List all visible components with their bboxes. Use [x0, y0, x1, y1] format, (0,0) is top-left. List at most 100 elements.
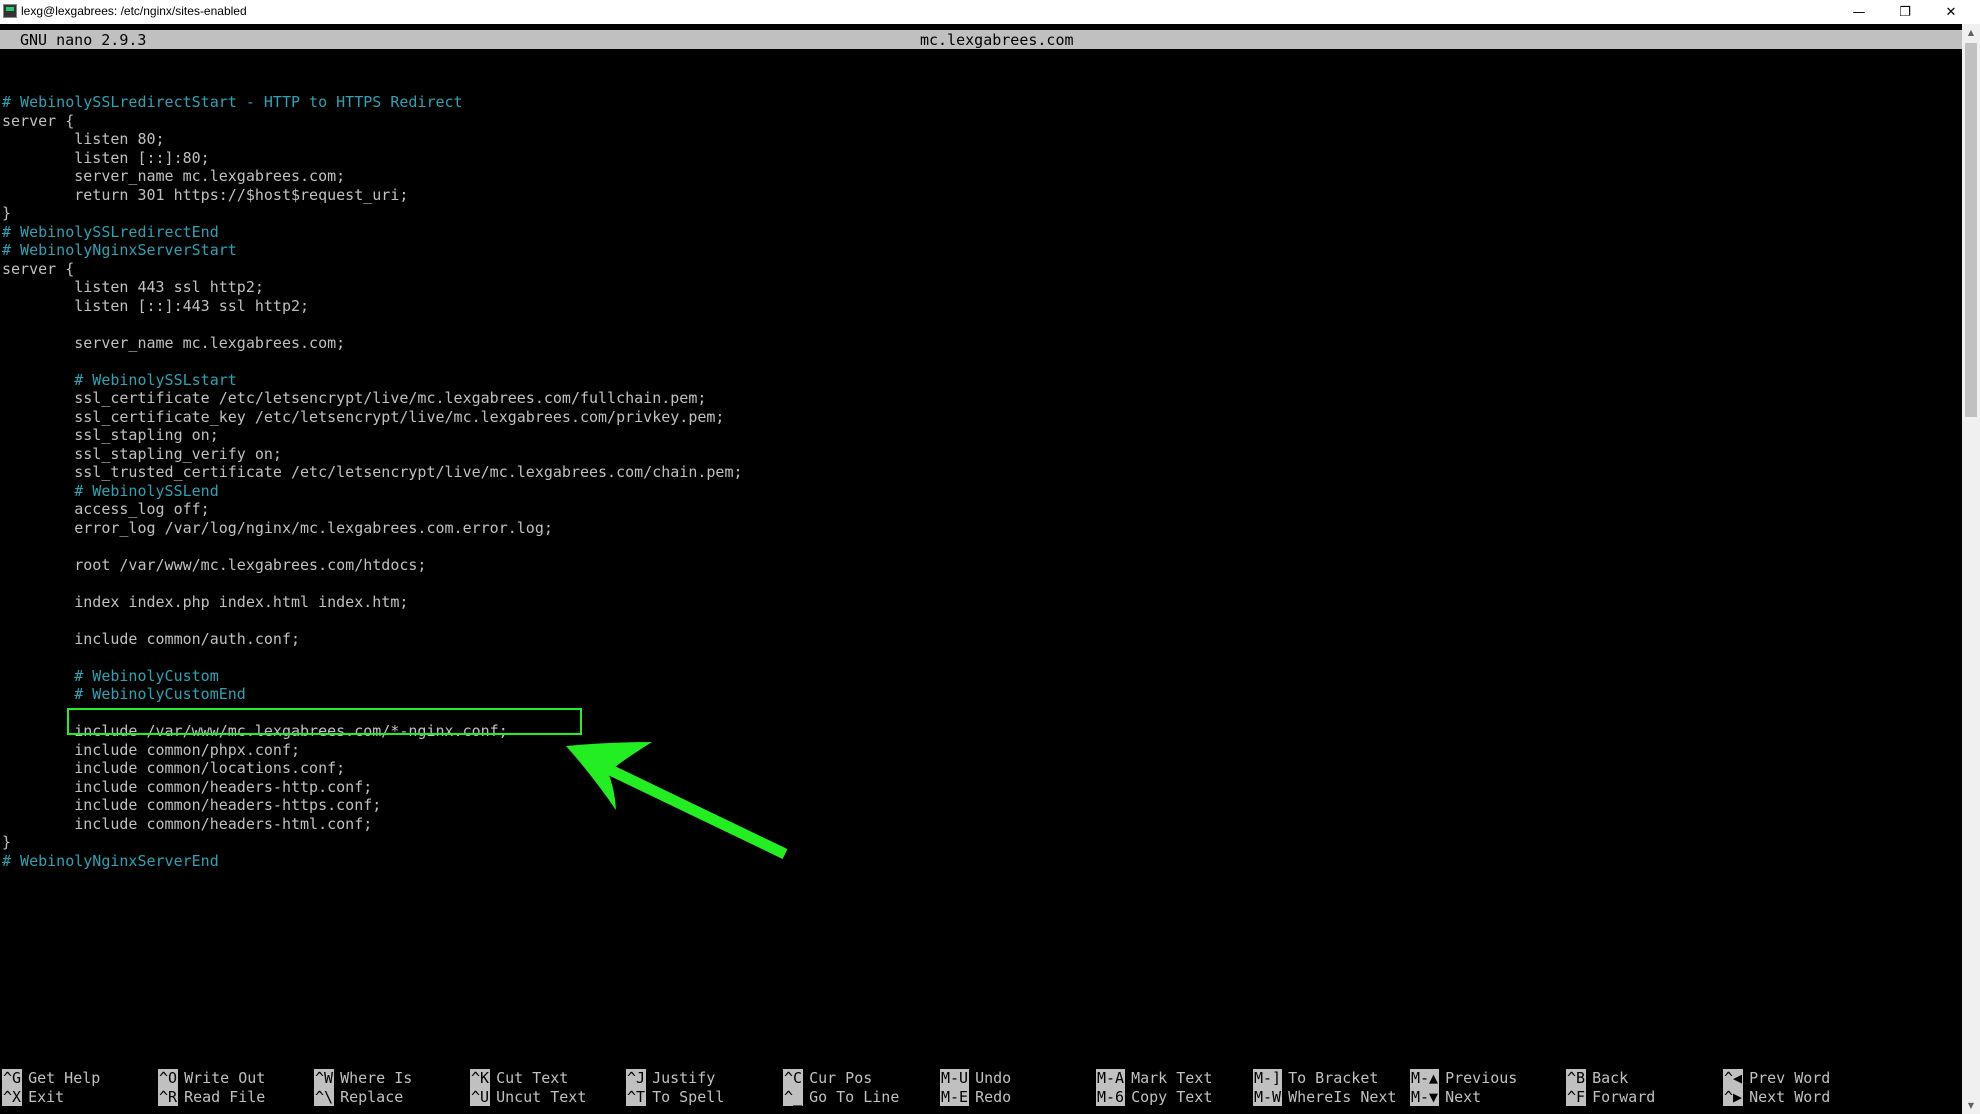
shortcut-bottom-10: ^F Forward — [1566, 1087, 1656, 1106]
comment-line[interactable]: # WebinolySSLend — [2, 482, 219, 501]
shortcut-label: Get Help — [28, 1069, 101, 1087]
shortcut-label: Replace — [340, 1087, 404, 1106]
scroll-down-icon[interactable]: ▼ — [1962, 1097, 1980, 1114]
shortcut-top-7: M-A Mark Text — [1096, 1069, 1212, 1088]
code-line[interactable]: server { — [2, 112, 74, 131]
shortcut-key: ^K — [470, 1069, 491, 1088]
putty-app-icon[interactable] — [3, 4, 17, 18]
shortcut-top-4: ^J Justify — [626, 1069, 715, 1088]
comment-line[interactable]: # WebinolyCustomEnd — [2, 685, 246, 704]
code-line[interactable]: listen [::]:443 ssl http2; — [2, 297, 309, 316]
shortcut-label: Exit — [28, 1087, 65, 1106]
code-line[interactable]: server { — [2, 260, 74, 279]
code-line[interactable]: include common/locations.conf; — [2, 759, 345, 778]
shortcut-key: ^▶ — [1723, 1087, 1744, 1106]
shortcut-bottom-1: ^R Read File — [158, 1087, 266, 1106]
shortcut-label: To Bracket — [1288, 1069, 1379, 1087]
shortcut-key: M-▼ — [1410, 1087, 1440, 1106]
code-line[interactable]: error_log /var/log/nginx/mc.lexgabrees.c… — [2, 519, 553, 538]
shortcut-key: ^R — [158, 1087, 179, 1106]
shortcut-label: Copy Text — [1131, 1087, 1213, 1106]
code-line[interactable]: ssl_stapling_verify on; — [2, 445, 282, 464]
nano-filename: mc.lexgabrees.com — [920, 31, 1074, 49]
shortcut-key: ^◀ — [1723, 1069, 1744, 1088]
comment-line[interactable]: # WebinolyNginxServerStart — [2, 241, 237, 260]
code-line[interactable]: } — [2, 833, 11, 852]
scroll-up-icon[interactable]: ▲ — [1962, 24, 1980, 41]
shortcut-top-6: M-U Undo — [940, 1069, 1011, 1088]
code-line[interactable]: return 301 https://$host$request_uri; — [2, 186, 408, 205]
code-line[interactable]: include common/headers-http.conf; — [2, 778, 372, 797]
minimize-button[interactable]: — — [1836, 0, 1882, 24]
shortcut-label: Read File — [184, 1087, 266, 1106]
code-line[interactable]: listen 443 ssl http2; — [2, 278, 264, 297]
shortcut-bottom-4: ^T To Spell — [626, 1087, 725, 1106]
shortcut-label: To Spell — [652, 1087, 725, 1106]
code-line[interactable]: include common/phpx.conf; — [2, 741, 300, 760]
shortcut-label: Undo — [975, 1069, 1012, 1087]
shortcut-top-9: M-▲ Previous — [1410, 1069, 1517, 1088]
shortcut-top-2: ^W Where Is — [314, 1069, 412, 1088]
code-line[interactable]: server_name mc.lexgabrees.com; — [2, 167, 345, 186]
code-line[interactable]: listen [::]:80; — [2, 149, 209, 168]
code-line[interactable]: listen 80; — [2, 130, 164, 149]
code-line[interactable]: ssl_trusted_certificate /etc/letsencrypt… — [2, 463, 742, 482]
shortcut-label: Previous — [1445, 1069, 1518, 1087]
comment-line[interactable]: # WebinolySSLstart — [2, 371, 237, 390]
vertical-scrollbar[interactable]: ▲ ▼ — [1962, 24, 1980, 1114]
shortcut-bottom-8: M-W WhereIs Next — [1253, 1087, 1397, 1106]
shortcut-label: Cur Pos — [809, 1069, 873, 1087]
shortcut-bottom-9: M-▼ Next — [1410, 1087, 1482, 1106]
shortcut-label: Next — [1445, 1087, 1482, 1106]
shortcut-key: ^J — [626, 1069, 647, 1088]
shortcut-key: ^F — [1566, 1087, 1587, 1106]
comment-line[interactable]: # WebinolyNginxServerEnd — [2, 852, 219, 871]
shortcut-key: M-E — [940, 1087, 970, 1106]
code-line[interactable]: ssl_certificate /etc/letsencrypt/live/mc… — [2, 389, 706, 408]
scrollbar-thumb[interactable] — [1965, 43, 1977, 417]
nano-version: GNU nano 2.9.3 — [20, 31, 147, 49]
comment-line[interactable]: # WebinolySSLredirectEnd — [2, 223, 219, 242]
shortcut-key: ^O — [158, 1069, 179, 1088]
shortcut-bottom-7: M-6 Copy Text — [1096, 1087, 1213, 1106]
shortcut-label: Next Word — [1749, 1087, 1831, 1106]
shortcut-key: M-▲ — [1410, 1069, 1440, 1088]
code-line[interactable]: access_log off; — [2, 500, 209, 519]
shortcut-key: ^X — [2, 1087, 23, 1106]
shortcut-bottom-0: ^X Exit — [2, 1087, 65, 1106]
shortcut-key: M-] — [1253, 1069, 1283, 1088]
shortcut-label: Uncut Text — [496, 1087, 587, 1106]
code-line[interactable]: ssl_certificate_key /etc/letsencrypt/liv… — [2, 408, 724, 427]
code-line[interactable]: include /var/www/mc.lexgabrees.com/*-ngi… — [2, 722, 508, 741]
shortcut-top-0: ^G Get Help — [2, 1069, 100, 1088]
comment-line[interactable]: # WebinolySSLredirectStart - HTTP to HTT… — [2, 93, 463, 112]
code-line[interactable]: include common/headers-https.conf; — [2, 796, 381, 815]
shortcut-label: Back — [1592, 1069, 1629, 1087]
code-line[interactable]: include common/auth.conf; — [2, 630, 300, 649]
shortcut-key: ^G — [2, 1069, 23, 1088]
shortcut-label: Justify — [652, 1069, 716, 1087]
shortcut-top-3: ^K Cut Text — [470, 1069, 568, 1088]
code-line[interactable]: server_name mc.lexgabrees.com; — [2, 334, 345, 353]
shortcut-label: Prev Word — [1749, 1069, 1831, 1087]
shortcut-label: Where Is — [340, 1069, 413, 1087]
shortcut-key: M-U — [940, 1069, 970, 1088]
shortcut-label: Forward — [1592, 1087, 1656, 1106]
code-line[interactable]: ssl_stapling on; — [2, 426, 219, 445]
shortcut-key: M-6 — [1096, 1087, 1126, 1106]
code-line[interactable]: include common/headers-html.conf; — [2, 815, 372, 834]
nano-header-bar: GNU nano 2.9.3 mc.lexgabrees.com — [0, 30, 1962, 49]
code-line[interactable]: } — [2, 204, 11, 223]
shortcut-top-1: ^O Write Out — [158, 1069, 265, 1088]
shortcut-label: Go To Line — [809, 1087, 900, 1106]
shortcut-label: Redo — [975, 1087, 1012, 1106]
code-line[interactable]: root /var/www/mc.lexgabrees.com/htdocs; — [2, 556, 426, 575]
comment-line[interactable]: # WebinolyCustom — [2, 667, 219, 686]
window-titlebar[interactable]: lexg@lexgabrees: /etc/nginx/sites-enable… — [0, 0, 1980, 24]
close-button[interactable]: ✕ — [1928, 0, 1974, 24]
restore-button[interactable]: ❐ — [1882, 0, 1928, 24]
shortcut-top-11: ^◀ Prev Word — [1723, 1069, 1830, 1088]
shortcut-label: WhereIs Next — [1288, 1087, 1397, 1106]
code-line[interactable]: index index.php index.html index.htm; — [2, 593, 408, 612]
shortcut-bottom-2: ^\ Replace — [314, 1087, 404, 1106]
